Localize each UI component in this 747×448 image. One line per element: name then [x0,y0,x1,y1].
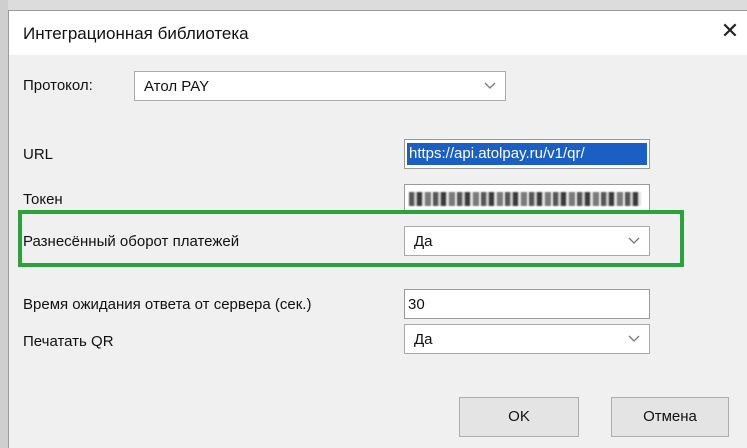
print-qr-selected-value: Да [414,331,433,348]
close-icon: ✕ [720,18,740,43]
title-bar: Интеграционная библиотека ✕ [9,11,747,55]
url-value-selected: https://api.atolpay.ru/v1/qr/ [407,143,647,165]
token-value-obscured [409,192,641,206]
close-button[interactable]: ✕ [713,15,747,49]
chevron-down-icon [484,82,496,89]
protocol-selected-value: Атол PAY [144,78,210,95]
token-label: Токен [23,191,63,208]
cancel-button[interactable]: Отмена [611,397,729,437]
highlight-frame [18,210,684,267]
print-qr-label: Печатать QR [23,333,114,350]
integration-library-dialog: Интеграционная библиотека ✕ Протокол: Ат… [8,10,747,448]
protocol-label: Протокол: [23,77,93,94]
timeout-value: 30 [408,296,425,313]
url-label: URL [23,146,54,163]
protocol-select[interactable]: Атол PAY [134,71,506,101]
print-qr-select[interactable]: Да [404,324,650,354]
timeout-field[interactable]: 30 [404,289,650,319]
ok-button[interactable]: OK [459,397,579,437]
dialog-title: Интеграционная библиотека [23,24,249,43]
background-window-edge [0,0,8,448]
url-field[interactable]: https://api.atolpay.ru/v1/qr/ [404,139,650,169]
chevron-down-icon [628,335,640,342]
timeout-label: Время ожидания ответа от сервера (сек.) [23,296,312,313]
